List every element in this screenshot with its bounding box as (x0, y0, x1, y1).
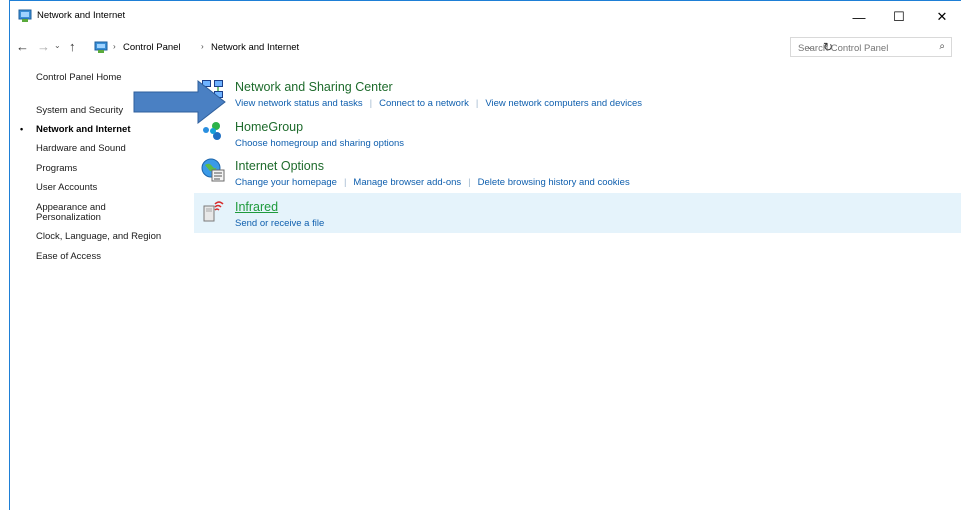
breadcrumb-separator: › (201, 42, 204, 51)
category-links: Send or receive a file (235, 218, 324, 229)
sidebar-item-clock-language-region[interactable]: Clock, Language, and Region (36, 231, 161, 242)
link-send-or-receive-file[interactable]: Send or receive a file (235, 218, 324, 229)
link-connect-to-network[interactable]: Connect to a network (379, 98, 469, 109)
internet-options-icon (201, 158, 225, 182)
link-change-homepage[interactable]: Change your homepage (235, 177, 337, 188)
breadcrumb-network-and-internet[interactable]: Network and Internet (211, 42, 299, 53)
category-internet-options: Internet Options Change your homepage | Ma… (194, 152, 961, 190)
title-bar: Network and Internet — ☐ ✕ (10, 1, 961, 33)
link-view-network-status[interactable]: View network status and tasks (235, 98, 363, 109)
close-button[interactable]: ✕ (923, 1, 961, 33)
navigation-bar: ← → ⌄ ↑ › Control Panel › Network and In… (10, 37, 961, 59)
category-homegroup: HomeGroup Choose homegroup and sharing o… (194, 113, 961, 149)
infrared-icon (203, 201, 224, 222)
search-icon[interactable]: ⌕ (939, 41, 945, 52)
forward-icon[interactable]: → (37, 39, 50, 54)
address-bar[interactable]: › Control Panel › Network and Internet ⌄… (90, 37, 833, 59)
current-bullet: • (20, 124, 24, 134)
control-panel-icon (18, 9, 32, 22)
breadcrumb-control-panel[interactable]: Control Panel (123, 42, 181, 53)
link-divider: | (369, 98, 373, 109)
sidebar-item-ease-of-access[interactable]: Ease of Access (36, 251, 101, 262)
link-divider: | (475, 98, 479, 109)
sidebar-item-appearance-line2[interactable]: Personalization (36, 212, 101, 223)
category-links: View network status and tasks | Connect to… (235, 98, 642, 109)
annotation-arrow (133, 79, 226, 125)
maximize-button[interactable]: ☐ (880, 1, 918, 33)
minimize-button[interactable]: — (840, 1, 878, 33)
search-box[interactable]: ⌕ (790, 37, 952, 57)
link-divider: | (468, 177, 471, 188)
category-title[interactable]: Infrared (235, 200, 278, 214)
link-divider: | (343, 177, 347, 188)
category-network-sharing-center: Network and Sharing Center View network … (194, 73, 961, 111)
sidebar-item-network-and-internet[interactable]: • Network and Internet (20, 124, 131, 135)
link-choose-homegroup-options[interactable]: Choose homegroup and sharing options (235, 138, 404, 149)
sidebar-item-programs[interactable]: Programs (36, 163, 77, 174)
back-icon[interactable]: ← (16, 39, 29, 54)
category-title[interactable]: Internet Options (235, 159, 324, 173)
category-links: Choose homegroup and sharing options (235, 138, 404, 149)
control-panel-icon (94, 41, 108, 53)
category-infrared[interactable]: Infrared Send or receive a file (194, 193, 961, 233)
sidebar-item-label: Network and Internet (36, 124, 131, 135)
link-manage-addons[interactable]: Manage browser add-ons (353, 177, 461, 188)
breadcrumb-separator: › (113, 42, 116, 51)
up-icon[interactable]: ↑ (69, 39, 76, 54)
category-links: Change your homepage | Manage browser add-… (235, 177, 630, 188)
category-title[interactable]: Network and Sharing Center (235, 80, 393, 94)
recent-locations-icon[interactable]: ⌄ (54, 41, 61, 50)
sidebar-item-system-and-security[interactable]: System and Security (36, 105, 123, 116)
category-title[interactable]: HomeGroup (235, 120, 303, 134)
sidebar-item-control-panel-home[interactable]: Control Panel Home (36, 72, 122, 83)
search-input[interactable] (796, 39, 930, 57)
sidebar-item-user-accounts[interactable]: User Accounts (36, 182, 97, 193)
link-delete-browsing-history[interactable]: Delete browsing history and cookies (478, 177, 630, 188)
control-panel-window: Network and Internet — ☐ ✕ ← → ⌄ ↑ › Con… (9, 0, 961, 510)
window-title: Network and Internet (37, 10, 126, 21)
sidebar-item-hardware-and-sound[interactable]: Hardware and Sound (36, 143, 126, 154)
link-view-network-computers[interactable]: View network computers and devices (485, 98, 642, 109)
